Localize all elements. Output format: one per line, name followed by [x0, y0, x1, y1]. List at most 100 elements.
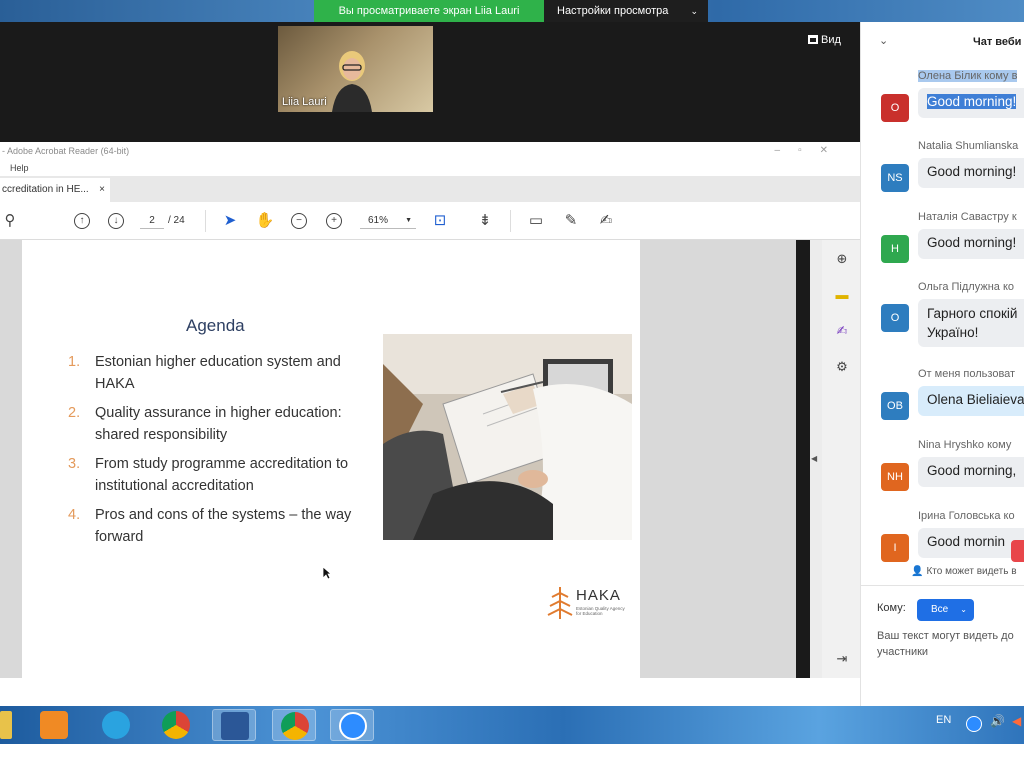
- avatar: O: [881, 94, 909, 122]
- taskbar-zoom[interactable]: [330, 709, 374, 741]
- fill-sign-icon[interactable]: ✍: [833, 322, 851, 340]
- view-settings-label: Настройки просмотра: [557, 5, 669, 17]
- highlight-pen-icon[interactable]: ✎: [561, 211, 581, 231]
- hand-tool-icon[interactable]: ✋: [255, 211, 275, 231]
- bottom-margin: [0, 744, 1024, 768]
- zoom-icon: [339, 712, 367, 740]
- notification-icon[interactable]: ◀: [1012, 714, 1021, 728]
- agenda-number: 4.: [68, 507, 81, 523]
- message-sender: Ірина Головська ко: [918, 510, 1015, 522]
- collapse-panel-icon[interactable]: ◀: [811, 454, 817, 463]
- tools-icon[interactable]: ⚙: [833, 358, 851, 376]
- chat-message-input[interactable]: Ваш текст могут видеть до участники: [877, 628, 1024, 660]
- chevron-down-icon: ⌄: [690, 6, 698, 16]
- menu-help[interactable]: Help: [10, 163, 29, 173]
- folder-icon: [0, 711, 12, 739]
- telegram-icon: [102, 711, 130, 739]
- chat-message[interactable]: O Олена Білик кому в Good morning!: [861, 70, 1024, 136]
- view-button[interactable]: Вид: [808, 34, 841, 46]
- volume-icon[interactable]: 🔊: [990, 714, 1005, 728]
- person-icon: 👤: [911, 566, 924, 577]
- acrobat-toolbar: ⚲ ↑ ↓ 2 / 24 ➤ ✋ − + 61% ▼ ⊡ ⇟ ▭ ✎ ✍: [0, 202, 860, 240]
- chat-message[interactable]: OB От меня пользоват Olena Bieliaieva: [861, 368, 1024, 434]
- comment-icon[interactable]: ▭: [526, 211, 546, 231]
- zoom-out-icon[interactable]: −: [291, 213, 307, 229]
- agenda-text: Quality assurance in higher education: s…: [95, 405, 342, 443]
- sign-icon[interactable]: ✍: [596, 211, 616, 231]
- who-can-see-link[interactable]: 👤 Кто может видеть в: [911, 566, 1017, 577]
- taskbar-word[interactable]: [212, 709, 256, 741]
- close-icon[interactable]: ✕: [820, 145, 846, 156]
- chrome-icon: [162, 711, 190, 739]
- acrobat-menu-bar: Help: [0, 160, 860, 176]
- recipient-dropdown[interactable]: Все ⌄: [917, 599, 974, 621]
- agenda-text: From study programme accreditation to in…: [95, 456, 349, 494]
- tab-close-icon[interactable]: ×: [99, 178, 105, 202]
- language-indicator[interactable]: EN: [936, 714, 951, 726]
- select-cursor-icon[interactable]: ➤: [220, 211, 240, 231]
- chevron-down-icon: ▼: [405, 217, 412, 224]
- chevron-down-icon[interactable]: ⌄: [879, 34, 888, 47]
- pdf-page: Agenda 1. Estonian higher education syst…: [22, 240, 640, 678]
- windows-taskbar: [0, 706, 1024, 744]
- scroll-mode-icon[interactable]: ⇟: [475, 211, 495, 231]
- document-tab[interactable]: ccreditation in HE... ×: [0, 178, 110, 202]
- participant-name: Liia Lauri: [282, 96, 327, 108]
- haka-logo-text: HAKA: [576, 587, 621, 604]
- agenda-item: 2. Quality assurance in higher education…: [68, 403, 368, 446]
- chat-message[interactable]: NS Natalia Shumlianska Good morning!: [861, 140, 1024, 206]
- avatar: NS: [881, 164, 909, 192]
- zoom-level-dropdown[interactable]: 61% ▼: [360, 213, 416, 229]
- zoom-in-icon[interactable]: +: [326, 213, 342, 229]
- zoom-search-icon[interactable]: ⊕: [833, 250, 851, 268]
- taskbar-media-player[interactable]: [32, 709, 76, 741]
- view-settings-button[interactable]: Настройки просмотра ⌄: [544, 0, 708, 22]
- zoom-level-value: 61%: [368, 215, 389, 226]
- next-page-icon[interactable]: ↓: [108, 213, 124, 229]
- avatar: Н: [881, 235, 909, 263]
- zoom-tray-icon[interactable]: [966, 716, 982, 732]
- message-sender: Ольга Підлужна ко: [918, 281, 1014, 293]
- recipient-value: Все: [931, 604, 949, 615]
- notebook-photo-illustration: [383, 334, 632, 540]
- fit-page-icon[interactable]: ⊡: [430, 211, 450, 231]
- message-sender: Олена Білик кому в: [918, 70, 1018, 82]
- restore-icon[interactable]: ▫: [798, 145, 820, 156]
- message-text: Olena Bieliaieva: [918, 386, 1024, 416]
- chat-message[interactable]: NH Nina Hryshko кому Good morning,: [861, 439, 1024, 505]
- comment-tool-icon[interactable]: ▬: [833, 286, 851, 304]
- mouse-cursor-icon: [322, 566, 332, 580]
- search-icon[interactable]: ⚲: [0, 211, 20, 231]
- message-text: Good morning!: [927, 94, 1017, 109]
- page-total: / 24: [168, 215, 185, 226]
- acrobat-title-bar: - Adobe Acrobat Reader (64-bit): [0, 142, 860, 160]
- acrobat-tab-bar: ccreditation in HE... ×: [0, 176, 860, 202]
- avatar: О: [881, 304, 909, 332]
- taskbar-chrome[interactable]: [154, 709, 198, 741]
- participant-video-tile[interactable]: Liia Lauri: [278, 26, 433, 112]
- taskbar-file-explorer[interactable]: [0, 709, 24, 741]
- window-controls: –▫✕: [775, 142, 847, 160]
- message-sender: От меня пользоват: [918, 368, 1016, 380]
- expand-panel-icon[interactable]: ⇥: [833, 650, 851, 668]
- chat-message[interactable]: О Ольга Підлужна ко Гарного спокій Украї…: [861, 281, 1024, 361]
- taskbar-telegram[interactable]: [94, 709, 138, 741]
- page-number-input[interactable]: 2: [140, 213, 164, 229]
- haka-tree-icon: [547, 587, 573, 619]
- document-dark-margin: [796, 240, 810, 678]
- minimize-icon[interactable]: –: [775, 145, 799, 156]
- chat-message[interactable]: Н Наталія Савастру к Good morning!: [861, 211, 1024, 277]
- previous-page-icon[interactable]: ↑: [74, 213, 90, 229]
- taskbar-chrome-profile[interactable]: [272, 709, 316, 741]
- grid-view-icon: [808, 35, 818, 44]
- new-message-badge[interactable]: [1011, 540, 1024, 562]
- view-button-label: Вид: [821, 34, 841, 46]
- toolbar-divider: [205, 210, 206, 232]
- word-icon: [221, 712, 249, 740]
- acrobat-window-title: - Adobe Acrobat Reader (64-bit): [2, 146, 130, 156]
- chat-header: ⌄ Чат веби: [861, 22, 1024, 62]
- chat-divider: [861, 585, 1024, 586]
- participant-silhouette-icon: [332, 51, 372, 112]
- agenda-list: 1. Estonian higher education system and …: [68, 352, 368, 556]
- screen-share-banner: Вы просматриваете экран Liia Lauri: [314, 0, 544, 22]
